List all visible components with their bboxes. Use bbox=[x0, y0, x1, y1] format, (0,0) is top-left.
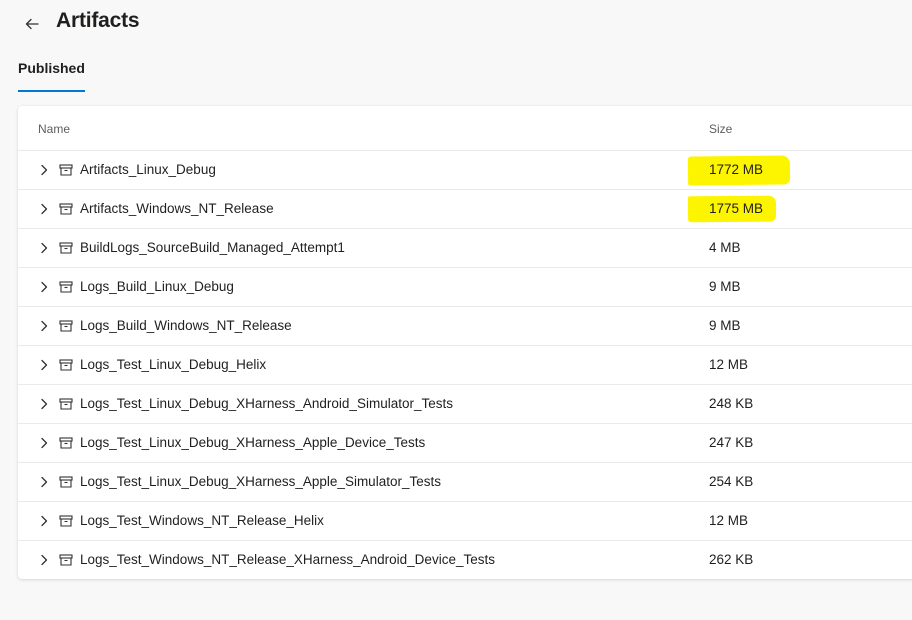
table-row[interactable]: Logs_Build_Linux_Debug 9 MB bbox=[18, 268, 912, 307]
artifact-name[interactable]: Logs_Test_Linux_Debug_XHarness_Android_S… bbox=[80, 396, 453, 411]
chevron-right-icon[interactable] bbox=[36, 201, 52, 217]
table-row[interactable]: Logs_Test_Windows_NT_Release_XHarness_An… bbox=[18, 541, 912, 579]
table-row[interactable]: Artifacts_Linux_Debug 1772 MB bbox=[18, 151, 912, 190]
chevron-right-icon[interactable] bbox=[36, 552, 52, 568]
artifact-name[interactable]: Logs_Test_Windows_NT_Release_XHarness_An… bbox=[80, 552, 495, 567]
artifact-box-icon bbox=[59, 553, 73, 567]
table-row[interactable]: Logs_Test_Linux_Debug_Helix 12 MB bbox=[18, 346, 912, 385]
table-header: Name Size bbox=[18, 106, 912, 151]
table-body: Artifacts_Linux_Debug 1772 MB Artifacts_… bbox=[18, 151, 912, 579]
artifact-name[interactable]: Logs_Test_Windows_NT_Release_Helix bbox=[80, 513, 324, 528]
table-row[interactable]: Logs_Test_Windows_NT_Release_Helix 12 MB bbox=[18, 502, 912, 541]
tab-published[interactable]: Published bbox=[18, 56, 85, 92]
artifact-name[interactable]: Artifacts_Windows_NT_Release bbox=[80, 201, 274, 216]
table-row[interactable]: Logs_Test_Linux_Debug_XHarness_Apple_Sim… bbox=[18, 463, 912, 502]
artifact-box-icon bbox=[59, 280, 73, 294]
artifact-box-icon bbox=[59, 163, 73, 177]
artifact-size: 1772 MB bbox=[709, 162, 764, 177]
artifact-box-icon bbox=[59, 475, 73, 489]
table-row[interactable]: Logs_Test_Linux_Debug_XHarness_Android_S… bbox=[18, 385, 912, 424]
artifact-box-icon bbox=[59, 319, 73, 333]
table-row[interactable]: Logs_Build_Windows_NT_Release 9 MB bbox=[18, 307, 912, 346]
table-row[interactable]: Artifacts_Windows_NT_Release 1775 MB bbox=[18, 190, 912, 229]
artifact-size: 4 MB bbox=[709, 240, 741, 255]
chevron-right-icon[interactable] bbox=[36, 162, 52, 178]
table-row[interactable]: Logs_Test_Linux_Debug_XHarness_Apple_Dev… bbox=[18, 424, 912, 463]
artifact-box-icon bbox=[59, 202, 73, 216]
artifact-name[interactable]: BuildLogs_SourceBuild_Managed_Attempt1 bbox=[80, 240, 345, 255]
table-row[interactable]: BuildLogs_SourceBuild_Managed_Attempt1 4… bbox=[18, 229, 912, 268]
column-header-size[interactable]: Size bbox=[709, 122, 732, 136]
artifact-size: 12 MB bbox=[709, 357, 749, 372]
artifact-name[interactable]: Logs_Build_Windows_NT_Release bbox=[80, 318, 292, 333]
column-header-name[interactable]: Name bbox=[38, 122, 70, 136]
artifact-box-icon bbox=[59, 514, 73, 528]
arrow-left-icon bbox=[25, 18, 39, 30]
artifact-size: 262 KB bbox=[709, 552, 754, 567]
chevron-right-icon[interactable] bbox=[36, 240, 52, 256]
artifact-name[interactable]: Logs_Test_Linux_Debug_XHarness_Apple_Dev… bbox=[80, 435, 425, 450]
artifact-size: 1775 MB bbox=[709, 201, 764, 216]
artifact-size: 9 MB bbox=[709, 279, 741, 294]
chevron-right-icon[interactable] bbox=[36, 279, 52, 295]
chevron-right-icon[interactable] bbox=[36, 357, 52, 373]
artifacts-table: Name Size Artifacts_Linux_Debug 1772 MB bbox=[18, 106, 912, 579]
page-title: Artifacts bbox=[56, 9, 140, 32]
chevron-right-icon[interactable] bbox=[36, 318, 52, 334]
chevron-right-icon[interactable] bbox=[36, 435, 52, 451]
artifact-box-icon bbox=[59, 358, 73, 372]
back-button[interactable] bbox=[20, 12, 44, 36]
artifact-box-icon bbox=[59, 397, 73, 411]
artifact-size: 248 KB bbox=[709, 396, 754, 411]
tab-bar: Published bbox=[18, 56, 85, 92]
artifact-name[interactable]: Logs_Test_Linux_Debug_XHarness_Apple_Sim… bbox=[80, 474, 441, 489]
artifact-size: 254 KB bbox=[709, 474, 754, 489]
artifact-size: 12 MB bbox=[709, 513, 749, 528]
artifact-box-icon bbox=[59, 436, 73, 450]
artifact-box-icon bbox=[59, 241, 73, 255]
chevron-right-icon[interactable] bbox=[36, 474, 52, 490]
artifact-size: 247 KB bbox=[709, 435, 754, 450]
artifact-name[interactable]: Logs_Build_Linux_Debug bbox=[80, 279, 234, 294]
artifact-size: 9 MB bbox=[709, 318, 741, 333]
artifact-name[interactable]: Artifacts_Linux_Debug bbox=[80, 162, 216, 177]
chevron-right-icon[interactable] bbox=[36, 396, 52, 412]
artifact-name[interactable]: Logs_Test_Linux_Debug_Helix bbox=[80, 357, 266, 372]
page-header: Artifacts bbox=[0, 0, 912, 48]
chevron-right-icon[interactable] bbox=[36, 513, 52, 529]
